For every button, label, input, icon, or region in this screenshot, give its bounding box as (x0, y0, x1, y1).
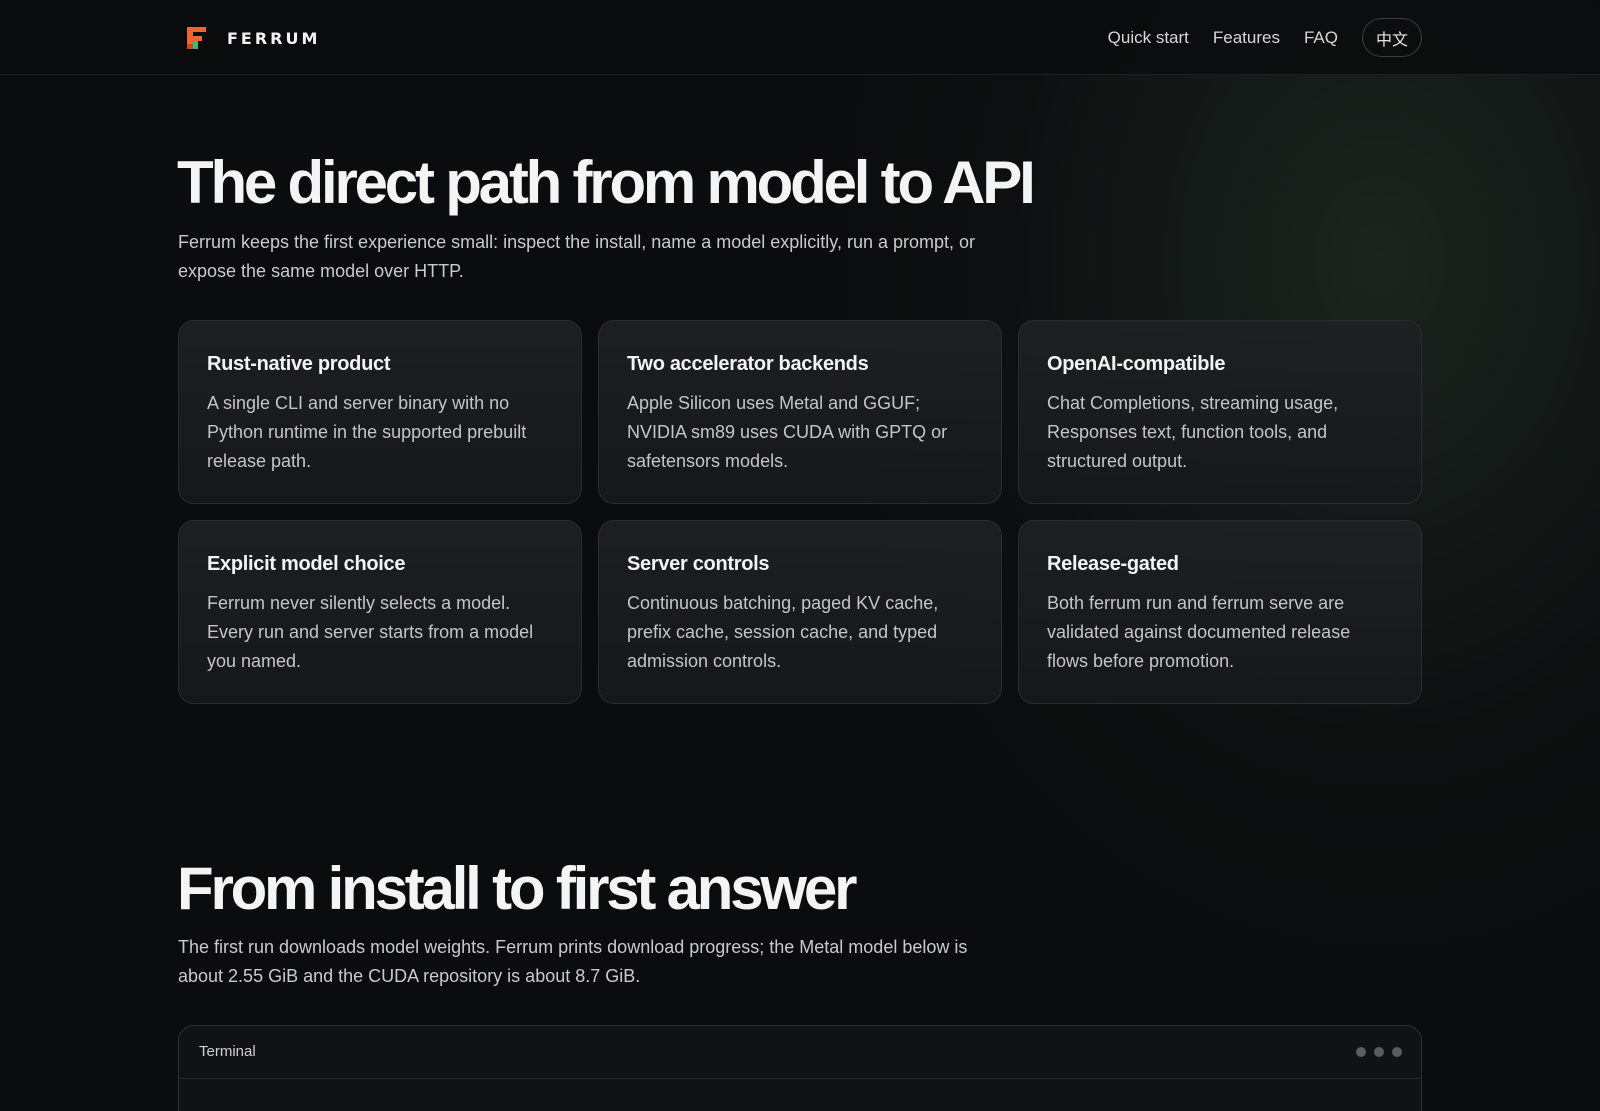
brand-link[interactable]: FERRUM (184, 24, 320, 52)
install-section-subtitle: The first run downloads model weights. F… (178, 937, 968, 986)
top-navigation-bar: FERRUM Quick start Features FAQ 中文 (0, 0, 1600, 75)
feature-title: Rust-native product (207, 353, 391, 375)
nav-link-faq[interactable]: FAQ (1304, 28, 1338, 48)
feature-title: OpenAI-compatible (1047, 353, 1226, 375)
feature-card-release-gated: Release-gated Both ferrum run and ferrum… (1018, 520, 1422, 704)
window-dot-icon (1392, 1047, 1402, 1057)
feature-description: Continuous batching, paged KV cache, pre… (627, 593, 939, 671)
main-nav: Quick start Features FAQ 中文 (1108, 17, 1422, 58)
feature-card-server-controls: Server controls Continuous batching, pag… (598, 520, 1002, 704)
ferrum-logo-icon (187, 27, 206, 49)
feature-title: Release-gated (1047, 553, 1179, 575)
brand-name: FERRUM (227, 28, 321, 48)
language-switch-button[interactable]: 中文 (1362, 18, 1422, 57)
feature-grid: Rust-native product A single CLI and ser… (178, 320, 1422, 704)
feature-description: Ferrum never silently selects a model. E… (207, 593, 534, 671)
feature-title: Explicit model choice (207, 553, 406, 575)
nav-link-quick-start[interactable]: Quick start (1108, 28, 1189, 48)
terminal-window: Terminal (178, 1025, 1422, 1111)
nav-link-features[interactable]: Features (1213, 28, 1280, 48)
feature-description: Chat Completions, streaming usage, Respo… (1047, 393, 1339, 471)
feature-card-explicit-model-choice: Explicit model choice Ferrum never silen… (178, 520, 582, 704)
feature-title: Two accelerator backends (627, 353, 869, 375)
terminal-label: Terminal (199, 1043, 256, 1060)
feature-description: Both ferrum run and ferrum serve are val… (1047, 593, 1351, 671)
terminal-window-controls (1348, 1047, 1402, 1057)
hero-title: The direct path from model to API (177, 149, 1036, 216)
feature-title: Server controls (627, 553, 770, 575)
feature-card-rust-native: Rust-native product A single CLI and ser… (178, 320, 582, 504)
feature-card-openai-compatible: OpenAI-compatible Chat Completions, stre… (1018, 320, 1422, 504)
window-dot-icon (1356, 1047, 1366, 1057)
feature-description: A single CLI and server binary with no P… (207, 393, 527, 471)
terminal-title-bar: Terminal (179, 1026, 1421, 1079)
hero-subtitle: Ferrum keeps the first experience small:… (178, 232, 976, 281)
feature-card-accelerator-backends: Two accelerator backends Apple Silicon u… (598, 320, 1002, 504)
feature-description: Apple Silicon uses Metal and GGUF; NVIDI… (627, 393, 948, 471)
window-dot-icon (1374, 1047, 1384, 1057)
install-section-title: From install to first answer (177, 855, 857, 922)
